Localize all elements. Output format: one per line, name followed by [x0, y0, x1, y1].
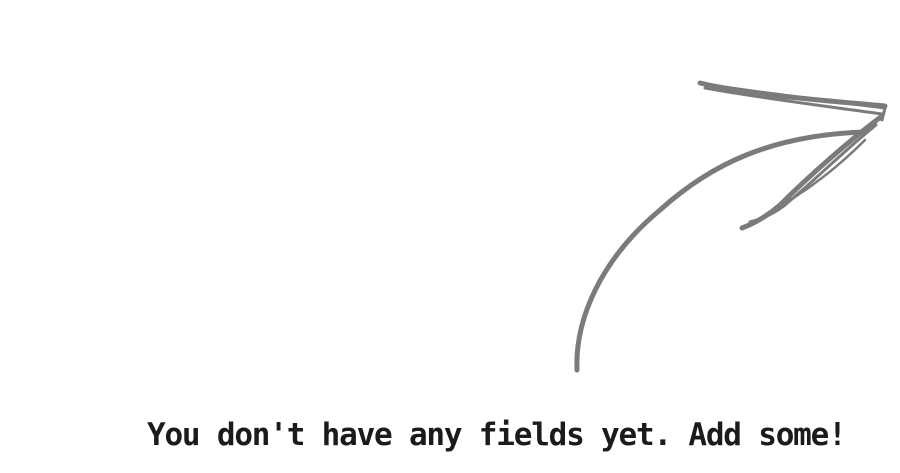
empty-state-message: You don't have any fields yet. Add some!: [147, 417, 847, 453]
hand-drawn-arrow-icon: [574, 80, 888, 373]
empty-state: You don't have any fields yet. Add some!: [0, 0, 900, 473]
